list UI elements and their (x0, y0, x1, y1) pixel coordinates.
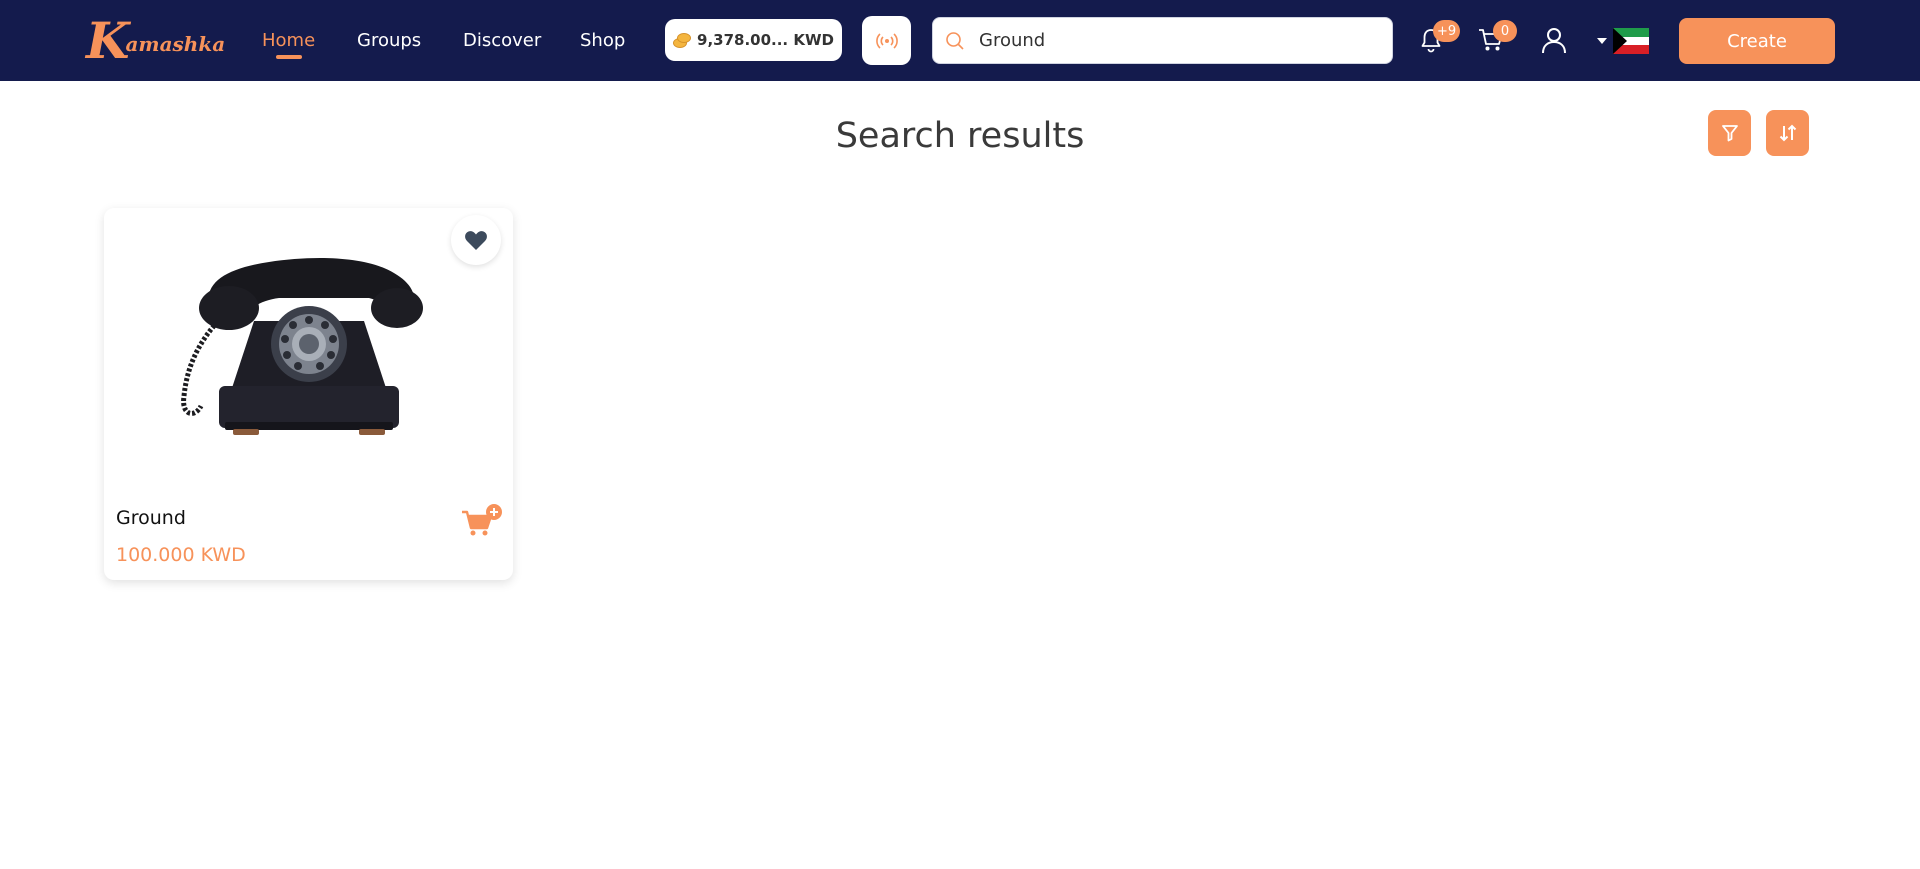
cart-badge: 0 (1493, 20, 1517, 42)
sort-button[interactable] (1766, 110, 1809, 156)
broadcast-icon (875, 32, 898, 49)
favorite-button[interactable] (451, 215, 501, 265)
search-icon (946, 31, 964, 50)
nav-shop-label: Shop (580, 30, 626, 51)
search-bar (932, 17, 1393, 64)
nav-discover[interactable]: Discover (463, 0, 541, 81)
create-button[interactable]: Create (1679, 18, 1835, 64)
product-name[interactable]: Ground (116, 507, 186, 529)
nav-home-label: Home (262, 30, 316, 51)
cart-button[interactable]: 0 (1473, 20, 1517, 58)
nav-discover-label: Discover (463, 30, 542, 51)
language-selector[interactable] (1597, 27, 1652, 55)
nav-groups-label: Groups (357, 30, 422, 51)
notifications-button[interactable]: +9 (1413, 20, 1461, 58)
heart-icon (465, 231, 487, 250)
nav-groups[interactable]: Groups (357, 0, 421, 81)
logo-initial: K (86, 11, 130, 70)
notifications-badge: +9 (1433, 20, 1461, 42)
kuwait-flag-icon (1613, 28, 1649, 54)
user-icon (1542, 28, 1566, 54)
search-input[interactable] (979, 30, 1359, 51)
coins-icon (673, 32, 692, 48)
active-nav-indicator (276, 55, 302, 59)
top-navbar: K amashka Home Groups Discover Shop 9,37… (0, 0, 1920, 81)
sort-icon (1779, 124, 1796, 142)
filter-button[interactable] (1708, 110, 1751, 156)
nav-shop[interactable]: Shop (580, 0, 625, 81)
kamashka-logo[interactable]: K amashka (86, 12, 226, 70)
profile-button[interactable] (1536, 22, 1572, 58)
product-card[interactable]: Ground 100.000 KWD (104, 208, 513, 580)
nav-home[interactable]: Home (262, 0, 315, 81)
filter-icon (1721, 125, 1738, 142)
add-to-cart-button[interactable] (460, 504, 504, 538)
product-price: 100.000 KWD (116, 544, 246, 566)
add-to-cart-icon (462, 504, 502, 536)
live-button[interactable] (862, 16, 911, 65)
page-title: Search results (835, 116, 1085, 156)
rotary-telephone-image (181, 258, 423, 435)
chevron-down-icon (1597, 38, 1607, 44)
wallet-balance-button[interactable]: 9,378.00... KWD (665, 19, 842, 61)
wallet-balance: 9,378.00... KWD (697, 31, 834, 49)
logo-text: amashka (125, 32, 226, 56)
